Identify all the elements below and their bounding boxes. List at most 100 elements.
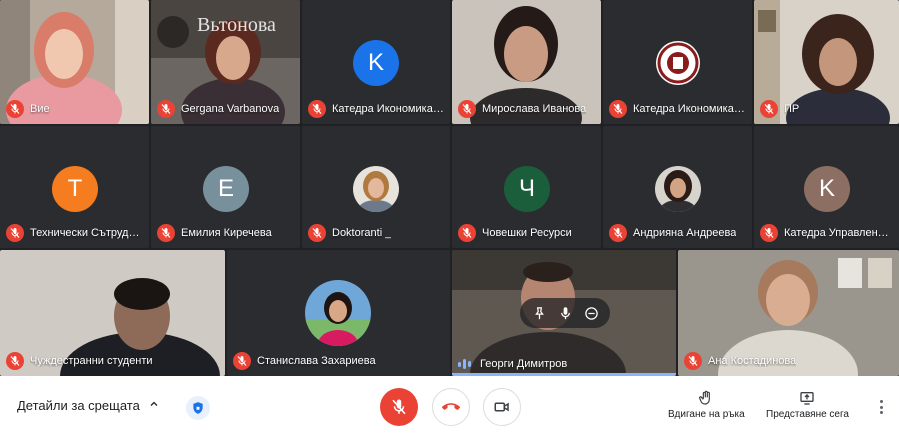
participant-tile[interactable]: Андрияна Андреева <box>603 126 752 248</box>
participant-name: Андрияна Андреева <box>633 227 737 239</box>
chevron-up-icon <box>148 398 160 413</box>
mic-off-icon <box>6 100 24 118</box>
mic-icon[interactable] <box>554 302 576 324</box>
participant-label: Doktoranti _ <box>308 224 391 242</box>
profile-photo <box>655 166 701 212</box>
participant-tile[interactable]: Вьтонова Gergana Varbanova <box>151 0 300 124</box>
participant-label: Катедра Икономика и ... <box>609 100 746 118</box>
participant-label: Емилия Киречева <box>157 224 272 242</box>
mic-off-icon <box>390 398 408 416</box>
participant-tile[interactable]: Ч Човешки Ресурси <box>452 126 601 248</box>
participant-name: Мирослава Иванова <box>482 103 587 115</box>
mic-off-icon <box>6 352 24 370</box>
avatar: Ч <box>504 166 550 212</box>
participant-label: Катедра Икономика и ... <box>308 100 444 118</box>
participant-tile[interactable]: E Емилия Киречева <box>151 126 300 248</box>
hand-icon <box>699 390 711 405</box>
remove-icon[interactable] <box>580 302 602 324</box>
participant-label: Ана Костадинова <box>684 352 796 370</box>
participant-name: Катедра Икономика и ... <box>332 103 444 115</box>
present-now-label: Представяне сега <box>766 409 849 420</box>
participant-tile[interactable]: Георги Димитров <box>452 250 676 376</box>
mic-off-icon <box>6 224 24 242</box>
camera-icon <box>494 402 509 412</box>
more-icon[interactable] <box>873 398 889 416</box>
avatar: K <box>353 40 399 86</box>
avatar-letter: K <box>818 175 835 202</box>
microphone-toggle-button[interactable] <box>380 388 418 426</box>
participant-name: Човешки Ресурси <box>482 227 572 239</box>
present-icon <box>800 392 815 405</box>
mic-off-icon <box>157 100 175 118</box>
avatar: K <box>804 166 850 212</box>
meeting-details-button[interactable]: Детайли за срещата <box>17 398 160 413</box>
avatar-letter: Ч <box>519 175 535 202</box>
mic-off-icon <box>308 224 326 242</box>
background-sign-text: Вьтонова <box>197 14 276 36</box>
leave-call-button[interactable] <box>432 388 470 426</box>
tile-hover-controls <box>520 298 610 328</box>
participant-name: Технически Сътрудник <box>30 227 143 239</box>
mic-off-icon <box>609 224 627 242</box>
profile-photo <box>353 166 399 212</box>
avatar-letter: E <box>217 175 234 202</box>
avatar: E <box>203 166 249 212</box>
participant-tile[interactable]: Ана Костадинова <box>678 250 899 376</box>
participant-label: Георги Димитров <box>458 358 567 370</box>
mic-off-icon <box>760 100 778 118</box>
participant-tile[interactable]: Doktoranti _ <box>302 126 450 248</box>
shield-icon[interactable] <box>186 396 210 420</box>
participant-label: Андрияна Андреева <box>609 224 736 242</box>
participant-label: Катедра Управление и ... <box>760 224 893 242</box>
end-call-icon <box>442 403 460 410</box>
participant-tile[interactable]: Станислава Захариева <box>227 250 450 376</box>
mic-off-icon <box>157 224 175 242</box>
mic-off-icon <box>458 100 476 118</box>
mic-off-icon <box>458 224 476 242</box>
participant-name: Катедра Управление и ... <box>784 227 893 239</box>
participant-label: Мирослава Иванова <box>458 100 586 118</box>
participant-label: Gergana Varbanova <box>157 100 279 118</box>
department-logo <box>656 41 700 85</box>
participant-name: Катедра Икономика и ... <box>633 103 746 115</box>
participant-name: Чуждестранни студенти <box>30 355 153 367</box>
meeting-details-label: Детайли за срещата <box>17 398 140 413</box>
camera-toggle-button[interactable] <box>483 388 521 426</box>
avatar: T <box>52 166 98 212</box>
participant-label: Вие <box>6 100 50 118</box>
video-grid: Вие Вьтонова Gergana Varbanova K Катедра… <box>0 0 899 376</box>
participant-tile[interactable]: K Катедра Управление и ... <box>754 126 899 248</box>
participant-name: Станислава Захариева <box>257 355 376 367</box>
mic-off-icon <box>684 352 702 370</box>
participant-label: Технически Сътрудник <box>6 224 143 242</box>
avatar-letter: T <box>67 175 83 202</box>
participant-name: Вие <box>30 103 50 115</box>
profile-photo <box>305 280 371 346</box>
avatar-letter: K <box>367 49 384 76</box>
participant-name: Емилия Киречева <box>181 227 272 239</box>
participant-tile[interactable]: K Катедра Икономика и ... <box>302 0 450 124</box>
control-bar: Детайли за срещата Вдигане на ръка Предс… <box>0 376 899 436</box>
speaking-indicator-icon <box>458 358 474 370</box>
participant-label: Станислава Захариева <box>233 352 376 370</box>
mic-off-icon <box>760 224 778 242</box>
participant-tile[interactable]: ПР <box>754 0 899 124</box>
participant-tile[interactable]: Катедра Икономика и ... <box>603 0 752 124</box>
participant-name: ПР <box>784 103 800 115</box>
participant-name: Ана Костадинова <box>708 355 797 367</box>
present-now-button[interactable]: Представяне сега <box>766 390 849 420</box>
participant-label: ПР <box>760 100 799 118</box>
mic-off-icon <box>609 100 627 118</box>
participant-tile[interactable]: T Технически Сътрудник <box>0 126 149 248</box>
mic-off-icon <box>308 100 326 118</box>
participant-tile[interactable]: Чуждестранни студенти <box>0 250 225 376</box>
raise-hand-button[interactable]: Вдигане на ръка <box>668 390 745 420</box>
raise-hand-label: Вдигане на ръка <box>668 409 745 420</box>
participant-tile[interactable]: Вие <box>0 0 149 124</box>
participant-name: Doktoranti _ <box>332 227 392 239</box>
participant-label: Чуждестранни студенти <box>6 352 153 370</box>
participant-name: Георги Димитров <box>480 358 568 370</box>
pin-icon[interactable] <box>528 302 550 324</box>
participant-label: Човешки Ресурси <box>458 224 572 242</box>
participant-tile[interactable]: Мирослава Иванова <box>452 0 601 124</box>
